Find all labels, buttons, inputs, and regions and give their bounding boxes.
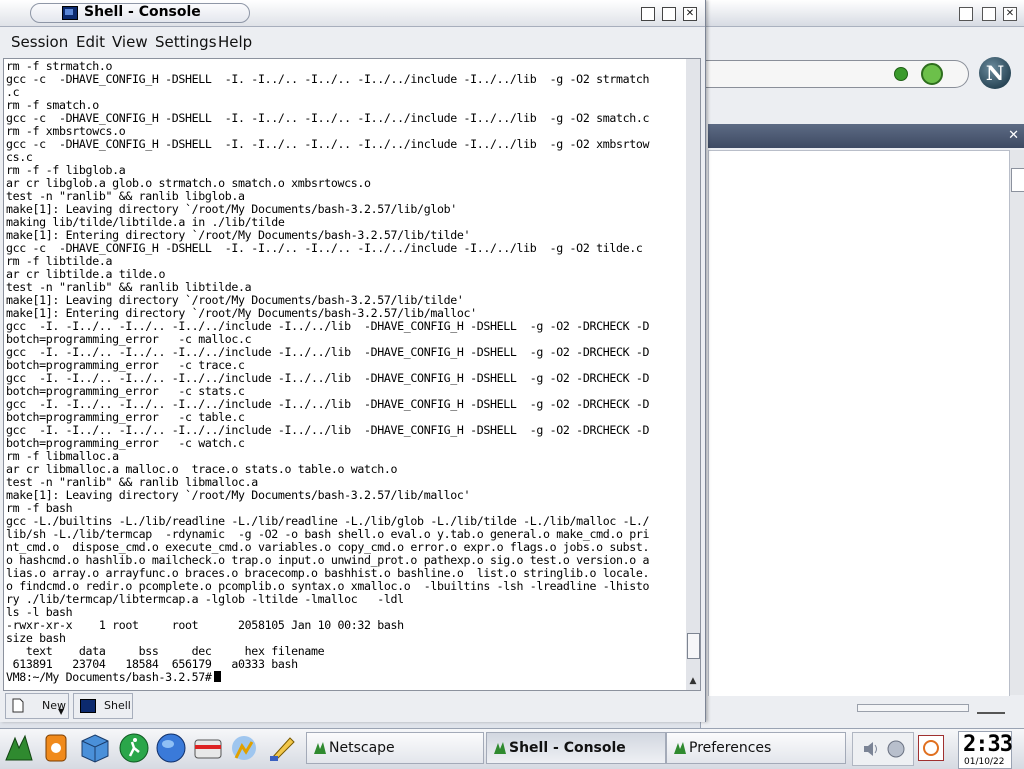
maximize-icon[interactable]	[662, 7, 676, 21]
netscape-titlebar[interactable]	[701, 0, 1024, 27]
task-shell-console-label: Shell - Console	[509, 740, 626, 756]
start-menu-icon[interactable]	[3, 732, 35, 764]
system-tray	[852, 732, 914, 766]
scroll-up-icon[interactable]: ▲	[686, 675, 700, 688]
status-bar	[701, 696, 1024, 720]
clock[interactable]: 2:33 01/10/22	[958, 731, 1013, 769]
taskbar: Netscape Shell - Console Preferences 2:3…	[0, 728, 1024, 769]
session-tabbar: New ▼ Shell	[0, 692, 705, 722]
menu-settings[interactable]: Settings	[155, 33, 217, 51]
console-titlebar[interactable]: Shell - Console ✕	[0, 0, 705, 27]
chevron-down-icon[interactable]: ▼	[58, 707, 64, 716]
tab-shell-label: Shell	[104, 699, 131, 712]
paint-brush-icon[interactable]	[266, 732, 298, 764]
new-document-icon	[12, 698, 24, 713]
menu-view[interactable]: View	[112, 33, 148, 51]
task-preferences[interactable]: Preferences	[666, 732, 846, 764]
maximize-icon[interactable]	[982, 7, 996, 21]
close-icon[interactable]: ✕	[1008, 128, 1019, 143]
panel-header: ✕	[708, 124, 1024, 148]
shell-prompt: VM8:~/My Documents/bash-3.2.57#	[6, 670, 212, 684]
globe-icon[interactable]	[155, 732, 187, 764]
task-preferences-label: Preferences	[689, 740, 772, 756]
console-window: Shell - Console ✕ Session Edit View Sett…	[0, 0, 706, 722]
vertical-scrollbar[interactable]	[1009, 150, 1024, 695]
window-title: Shell - Console	[84, 4, 201, 20]
speaker-icon[interactable]	[861, 739, 881, 759]
netscape-menubar	[701, 27, 1024, 55]
new-session-button[interactable]: New ▼	[5, 693, 69, 719]
terminal-icon	[62, 6, 78, 20]
user-star-icon[interactable]	[228, 732, 260, 764]
task-netscape-label: Netscape	[329, 740, 395, 756]
network-icon[interactable]	[886, 739, 906, 759]
preferences-icon	[674, 742, 686, 754]
scrollbar-thumb[interactable]	[1011, 168, 1024, 192]
terminal-output[interactable]: rm -f strmatch.o gcc -c -DHAVE_CONFIG_H …	[3, 58, 687, 691]
dropdown-icon[interactable]	[894, 67, 908, 81]
netscape-logo: N	[979, 57, 1011, 89]
tab-shell[interactable]: Shell	[73, 693, 133, 719]
minimize-icon[interactable]	[959, 7, 973, 21]
lifebuoy-help-icon[interactable]	[40, 732, 72, 764]
security-lock-icon[interactable]	[977, 700, 1005, 714]
terminal-text: rm -f strmatch.o gcc -c -DHAVE_CONFIG_H …	[6, 59, 650, 671]
menu-edit[interactable]: Edit	[76, 33, 105, 51]
progress-bar	[857, 704, 969, 712]
menubar: Session Edit View Settings Help	[0, 27, 705, 57]
minimize-icon[interactable]	[641, 7, 655, 21]
terminal-icon	[80, 699, 96, 713]
text-cursor	[213, 671, 221, 682]
scrollbar-thumb[interactable]	[687, 633, 700, 659]
power-icon[interactable]	[918, 735, 944, 761]
toolbox-icon[interactable]	[192, 732, 224, 764]
terminal-scrollbar[interactable]: ▲	[686, 58, 701, 691]
netscape-window: ✕ N ✕	[700, 0, 1024, 730]
terminal-icon	[494, 742, 506, 754]
menu-session[interactable]: Session	[11, 33, 68, 51]
search-icon[interactable]	[921, 63, 943, 85]
menu-help[interactable]: Help	[218, 33, 252, 51]
clock-time: 2:33	[963, 732, 1013, 757]
task-shell-console[interactable]: Shell - Console	[486, 732, 666, 764]
scroll-down-icon[interactable]	[686, 689, 700, 690]
close-icon[interactable]: ✕	[683, 7, 697, 21]
cube-icon[interactable]	[79, 732, 111, 764]
close-icon[interactable]: ✕	[1003, 7, 1017, 21]
page-content	[708, 150, 1010, 697]
clock-date: 01/10/22	[964, 757, 1005, 767]
runner-icon[interactable]	[118, 732, 150, 764]
task-netscape[interactable]: Netscape	[306, 732, 484, 764]
netscape-icon	[314, 742, 326, 754]
